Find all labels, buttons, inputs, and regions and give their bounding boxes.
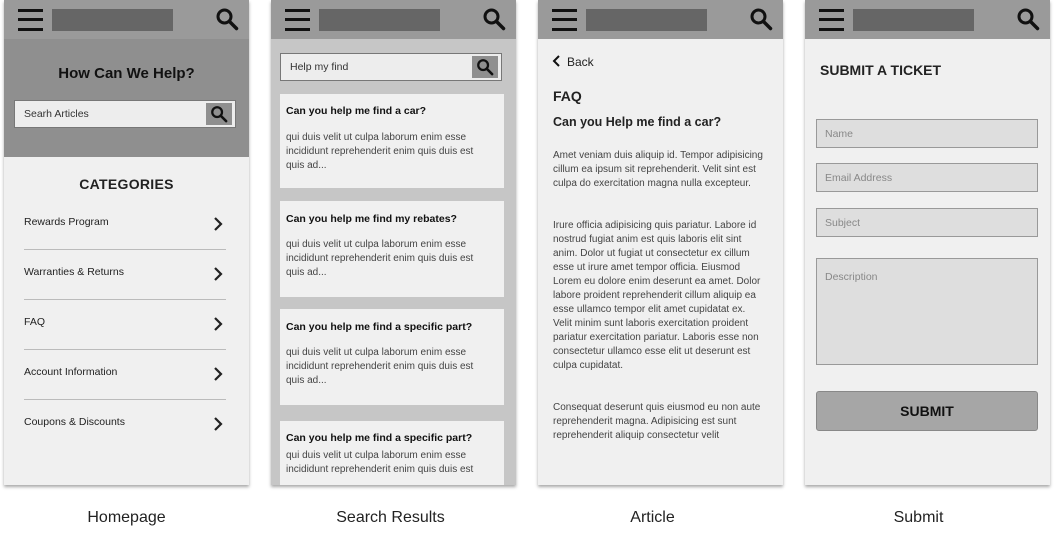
submit-caption: Submit <box>893 509 944 526</box>
results-area: Help my find Can you help me find a car?… <box>271 39 516 485</box>
top-bar <box>538 0 783 39</box>
app-title-placeholder <box>586 9 707 31</box>
hamburger-menu-icon[interactable] <box>819 9 844 31</box>
article-caption: Article <box>630 509 675 526</box>
category-item-account[interactable]: Account Information <box>24 349 226 400</box>
back-link[interactable]: Back <box>552 55 594 69</box>
search-button[interactable] <box>472 56 498 78</box>
search-icon[interactable] <box>749 7 773 31</box>
hamburger-menu-icon[interactable] <box>552 9 577 31</box>
search-placeholder: Searh Articles <box>24 108 89 120</box>
search-query: Help my find <box>290 61 349 73</box>
article-screen: Back FAQ Can you Help me find a car? Ame… <box>538 0 783 485</box>
top-bar <box>805 0 1050 39</box>
result-excerpt: qui duis velit ut culpa laborum enim ess… <box>286 347 474 386</box>
chevron-right-icon <box>214 417 223 431</box>
result-excerpt: qui duis velit ut culpa laborum enim ess… <box>286 132 474 171</box>
search-icon[interactable] <box>482 7 506 31</box>
search-icon[interactable] <box>1016 7 1040 31</box>
hamburger-menu-icon[interactable] <box>285 9 310 31</box>
ticket-title: SUBMIT A TICKET <box>820 62 942 78</box>
search-results-screen: Help my find Can you help me find a car?… <box>271 0 516 485</box>
article-title: Can you Help me find a car? <box>553 115 722 129</box>
chevron-right-icon <box>214 317 223 331</box>
result-question: Can you help me find a specific part? <box>286 321 473 333</box>
results-search-input[interactable]: Help my find <box>280 53 502 81</box>
hamburger-menu-icon[interactable] <box>18 9 43 31</box>
article-paragraph: Irure officia adipisicing quis pariatur.… <box>553 220 761 371</box>
chevron-left-icon <box>552 55 560 67</box>
result-question: Can you help me find a specific part? <box>286 432 473 444</box>
app-title-placeholder <box>52 9 173 31</box>
back-label: Back <box>567 55 594 69</box>
top-bar <box>4 0 249 39</box>
section-heading: FAQ <box>553 88 582 104</box>
name-field[interactable]: Name <box>816 119 1038 148</box>
app-title-placeholder <box>319 9 440 31</box>
search-icon <box>211 106 228 123</box>
category-label: Account Information <box>24 366 118 378</box>
article-paragraph: Amet veniam duis aliquip id. Tempor adip… <box>553 150 763 189</box>
homepage-screen: How Can We Help? Searh Articles CATEGORI… <box>4 0 249 485</box>
email-field[interactable]: Email Address <box>816 163 1038 192</box>
search-result-card[interactable]: Can you help me find a car? qui duis vel… <box>280 94 504 188</box>
category-label: Warranties & Returns <box>24 266 124 278</box>
top-bar <box>271 0 516 39</box>
description-field[interactable]: Description <box>816 258 1038 365</box>
category-item-warranties[interactable]: Warranties & Returns <box>24 249 226 300</box>
subject-placeholder: Subject <box>825 217 861 229</box>
search-result-card[interactable]: Can you help me find a specific part? qu… <box>280 421 504 485</box>
categories-title: CATEGORIES <box>79 176 174 192</box>
category-item-faq[interactable]: FAQ <box>24 299 226 350</box>
chevron-right-icon <box>214 367 223 381</box>
result-excerpt: qui duis velit ut culpa laborum enim ess… <box>286 239 474 278</box>
result-question: Can you help me find my rebates? <box>286 213 457 225</box>
search-results-caption: Search Results <box>336 509 445 526</box>
submit-screen: SUBMIT A TICKET Name Email Address Subje… <box>805 0 1050 485</box>
result-excerpt: qui duis velit ut culpa laborum enim ess… <box>286 450 474 475</box>
email-placeholder: Email Address <box>825 172 893 184</box>
category-label: Rewards Program <box>24 216 109 228</box>
app-title-placeholder <box>853 9 974 31</box>
homepage-caption: Homepage <box>87 509 166 526</box>
help-hero: How Can We Help? Searh Articles <box>4 39 249 157</box>
category-label: Coupons & Discounts <box>24 416 125 428</box>
description-placeholder: Description <box>825 271 878 283</box>
hero-title: How Can We Help? <box>58 65 195 82</box>
search-result-card[interactable]: Can you help me find my rebates? qui dui… <box>280 201 504 297</box>
category-item-coupons[interactable]: Coupons & Discounts <box>24 399 226 449</box>
category-label: FAQ <box>24 316 46 328</box>
search-result-card[interactable]: Can you help me find a specific part? qu… <box>280 309 504 405</box>
subject-field[interactable]: Subject <box>816 208 1038 237</box>
article-paragraph: Consequat deserunt quis eiusmod eu non a… <box>553 402 761 441</box>
result-question: Can you help me find a car? <box>286 105 427 117</box>
submit-button[interactable]: SUBMIT <box>816 391 1038 431</box>
chevron-right-icon <box>214 267 223 281</box>
category-item-rewards[interactable]: Rewards Program <box>24 199 226 250</box>
article-search-input[interactable]: Searh Articles <box>14 100 236 128</box>
search-icon <box>477 59 494 76</box>
chevron-right-icon <box>214 217 223 231</box>
search-icon[interactable] <box>215 7 239 31</box>
name-placeholder: Name <box>825 128 854 140</box>
search-button[interactable] <box>206 103 232 125</box>
